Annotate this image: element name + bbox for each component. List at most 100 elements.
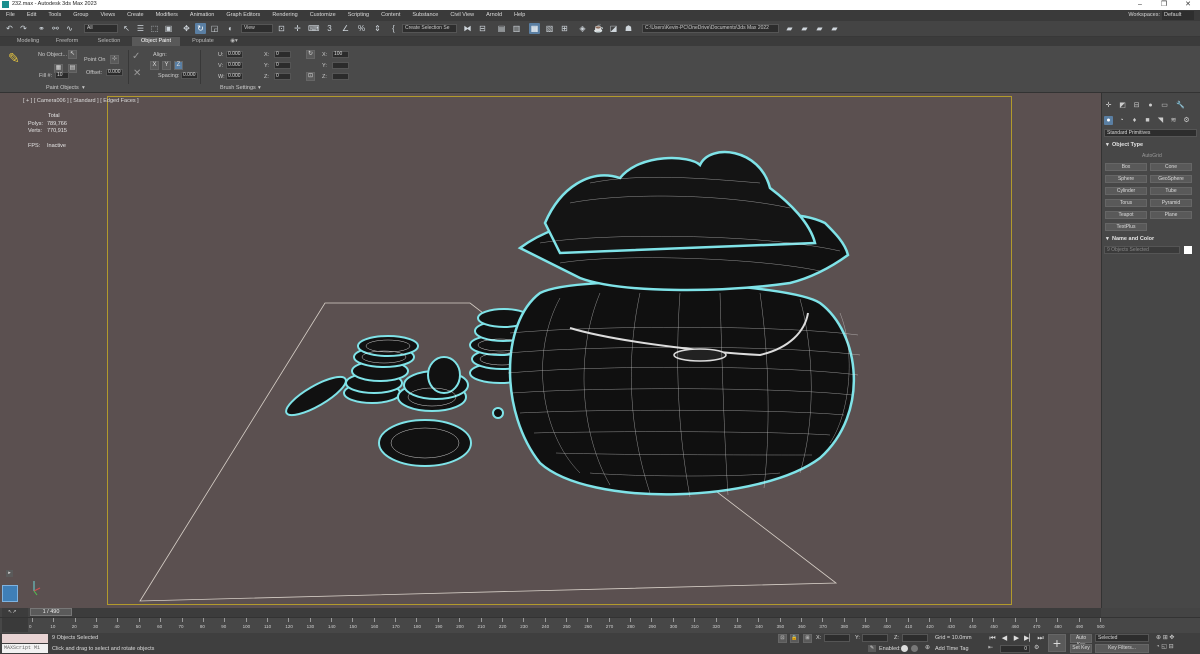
shapes-icon[interactable]: ◔ bbox=[1117, 116, 1126, 125]
restore-icon[interactable]: ❐ bbox=[1152, 0, 1176, 10]
key-mode-icon[interactable]: ⇤ bbox=[988, 645, 996, 652]
project-folder-icon[interactable]: ▰ bbox=[784, 23, 795, 34]
textplus-button[interactable]: TextPlus bbox=[1105, 223, 1147, 231]
menu-rendering[interactable]: Rendering bbox=[266, 10, 303, 21]
menu-customize[interactable]: Customize bbox=[304, 10, 342, 21]
tab-modeling[interactable]: Modeling bbox=[8, 37, 48, 46]
z-coordinate-field[interactable] bbox=[902, 634, 928, 642]
named-selection-dropdown[interactable]: Create Selection Se bbox=[402, 24, 457, 33]
name-color-header[interactable]: Name and Color bbox=[1112, 236, 1154, 242]
key-set-dropdown[interactable]: Selected bbox=[1095, 634, 1149, 642]
fill-spinner[interactable]: 10 bbox=[55, 72, 69, 79]
menu-scripting[interactable]: Scripting bbox=[342, 10, 375, 21]
mirror-icon[interactable]: ⧓ bbox=[462, 23, 473, 34]
angle-snap-icon[interactable]: ∠ bbox=[340, 23, 351, 34]
play-icon[interactable]: ▶ bbox=[1012, 634, 1021, 643]
window-crossing-icon[interactable]: ▣ bbox=[163, 23, 174, 34]
auto-key-button[interactable]: Auto Key bbox=[1070, 634, 1092, 648]
viewport-label[interactable]: [ + ] [ Camera006 ] [ Standard ] [ Edged… bbox=[23, 98, 139, 104]
export-folder-icon[interactable]: ▰ bbox=[829, 23, 840, 34]
category-dropdown[interactable]: Standard Primitives bbox=[1104, 129, 1197, 137]
sphere-button[interactable]: Sphere bbox=[1105, 175, 1147, 183]
link-icon[interactable]: ⚭ bbox=[36, 23, 47, 34]
spacing-spinner[interactable]: 0.000 bbox=[181, 72, 198, 79]
systems-icon[interactable]: ⚙ bbox=[1182, 116, 1191, 125]
maxscript-listener[interactable] bbox=[2, 634, 48, 643]
geosphere-button[interactable]: GeoSphere bbox=[1150, 175, 1192, 183]
tab-freeform[interactable]: Freeform bbox=[48, 37, 86, 46]
layer-explorer-icon[interactable]: ▥ bbox=[511, 23, 522, 34]
menu-views[interactable]: Views bbox=[95, 10, 122, 21]
menu-arnold[interactable]: Arnold bbox=[480, 10, 508, 21]
geometry-icon[interactable]: ● bbox=[1104, 116, 1113, 125]
select-scale-icon[interactable]: ◲ bbox=[209, 23, 220, 34]
v-spinner[interactable]: 0.000 bbox=[226, 62, 243, 69]
tube-button[interactable]: Tube bbox=[1150, 187, 1192, 195]
keyboard-shortcut-icon[interactable]: ⌨ bbox=[308, 23, 320, 34]
offset-spinner[interactable]: 0.000 bbox=[106, 69, 123, 76]
paint-on-dropdown[interactable]: Point On bbox=[84, 57, 105, 63]
y-spinner[interactable]: 0 bbox=[274, 62, 291, 69]
go-to-end-icon[interactable]: ⏭ bbox=[1036, 634, 1045, 643]
next-frame-icon[interactable]: ▶▏ bbox=[1024, 634, 1035, 643]
u-spinner[interactable]: 0.000 bbox=[226, 51, 243, 58]
spinner-snap-icon[interactable]: ⇕ bbox=[372, 23, 383, 34]
w-spinner[interactable]: 0.000 bbox=[226, 73, 243, 80]
object-type-header[interactable]: Object Type bbox=[1112, 142, 1143, 148]
cancel-icon[interactable]: ✕ bbox=[133, 68, 141, 79]
cylinder-button[interactable]: Cylinder bbox=[1105, 187, 1147, 195]
selection-filter-dropdown[interactable]: All bbox=[84, 24, 118, 33]
open-folder-icon[interactable]: ▰ bbox=[799, 23, 810, 34]
hierarchy-tab-icon[interactable]: ⊟ bbox=[1132, 101, 1141, 110]
align-icon[interactable]: ⊟ bbox=[477, 23, 488, 34]
align-y-button[interactable]: Y bbox=[162, 61, 171, 70]
menu-create[interactable]: Create bbox=[121, 10, 150, 21]
box-button[interactable]: Box bbox=[1105, 163, 1147, 171]
teapot-button[interactable]: Teapot bbox=[1105, 211, 1147, 219]
plane-button[interactable]: Plane bbox=[1150, 211, 1192, 219]
set-key-button[interactable]: Set Key bbox=[1070, 644, 1092, 653]
object-name-field[interactable]: 9 Objects Selected bbox=[1104, 246, 1180, 254]
cameras-icon[interactable]: ■ bbox=[1143, 116, 1152, 125]
manipulate-icon[interactable]: ✛ bbox=[292, 23, 303, 34]
redo-icon[interactable]: ↷ bbox=[18, 23, 29, 34]
pivot-center-icon[interactable]: ⊡ bbox=[276, 23, 287, 34]
minimize-icon[interactable]: – bbox=[1128, 0, 1152, 10]
reference-coordinate-dropdown[interactable]: View bbox=[241, 24, 273, 33]
paint-objects-footer[interactable]: Paint Objects bbox=[46, 85, 79, 91]
torus-button[interactable]: Torus bbox=[1105, 199, 1147, 207]
spacewarps-icon[interactable]: ≋ bbox=[1169, 116, 1178, 125]
x-coordinate-field[interactable] bbox=[824, 634, 850, 642]
viewport-layout-icon[interactable] bbox=[2, 585, 18, 602]
chevron-down-icon[interactable]: ▾ bbox=[82, 85, 85, 91]
scale-y-spinner[interactable] bbox=[332, 62, 349, 69]
y-coordinate-field[interactable] bbox=[862, 634, 888, 642]
mini-curve-editor-icon[interactable]: ↖↗ bbox=[2, 608, 28, 617]
tab-object-paint[interactable]: Object Paint bbox=[132, 37, 180, 46]
current-frame-field[interactable]: 0 bbox=[1000, 645, 1030, 653]
display-tab-icon[interactable]: ▭ bbox=[1160, 101, 1169, 110]
time-configuration-icon[interactable]: ⚙ bbox=[1034, 645, 1042, 652]
material-editor-icon[interactable]: ◈ bbox=[577, 23, 588, 34]
set-key-icon[interactable]: + bbox=[1048, 634, 1066, 652]
maxscript-input[interactable]: MAXScript Mi bbox=[2, 644, 48, 653]
percent-snap-icon[interactable]: % bbox=[356, 23, 367, 34]
pick-object-icon[interactable]: ↖ bbox=[68, 50, 77, 59]
menu-substance[interactable]: Substance bbox=[406, 10, 444, 21]
menu-civil-view[interactable]: Civil View bbox=[444, 10, 480, 21]
add-time-tag[interactable]: Add Time Tag bbox=[935, 646, 969, 652]
close-icon[interactable]: ✕ bbox=[1176, 0, 1200, 10]
cone-button[interactable]: Cone bbox=[1150, 163, 1192, 171]
helpers-icon[interactable]: ◥ bbox=[1156, 116, 1165, 125]
expand-viewport-icon[interactable]: ▸ bbox=[6, 570, 13, 577]
chevron-down-icon[interactable]: ▾ bbox=[258, 85, 261, 91]
workspaces-dropdown[interactable]: Default bbox=[1162, 11, 1194, 20]
paint-brush-icon[interactable]: ✎ bbox=[8, 50, 28, 70]
paint-object-list[interactable]: No Object... bbox=[38, 52, 67, 58]
autogrid-checkbox[interactable]: AutoGrid bbox=[1142, 153, 1162, 159]
ribbon-options-icon[interactable]: ◉▾ bbox=[226, 37, 242, 46]
menu-tools[interactable]: Tools bbox=[42, 10, 67, 21]
bind-spacewarp-icon[interactable]: ∿ bbox=[64, 23, 75, 34]
menu-group[interactable]: Group bbox=[67, 10, 94, 21]
scale-uniform-icon[interactable]: ⊡ bbox=[306, 72, 315, 81]
